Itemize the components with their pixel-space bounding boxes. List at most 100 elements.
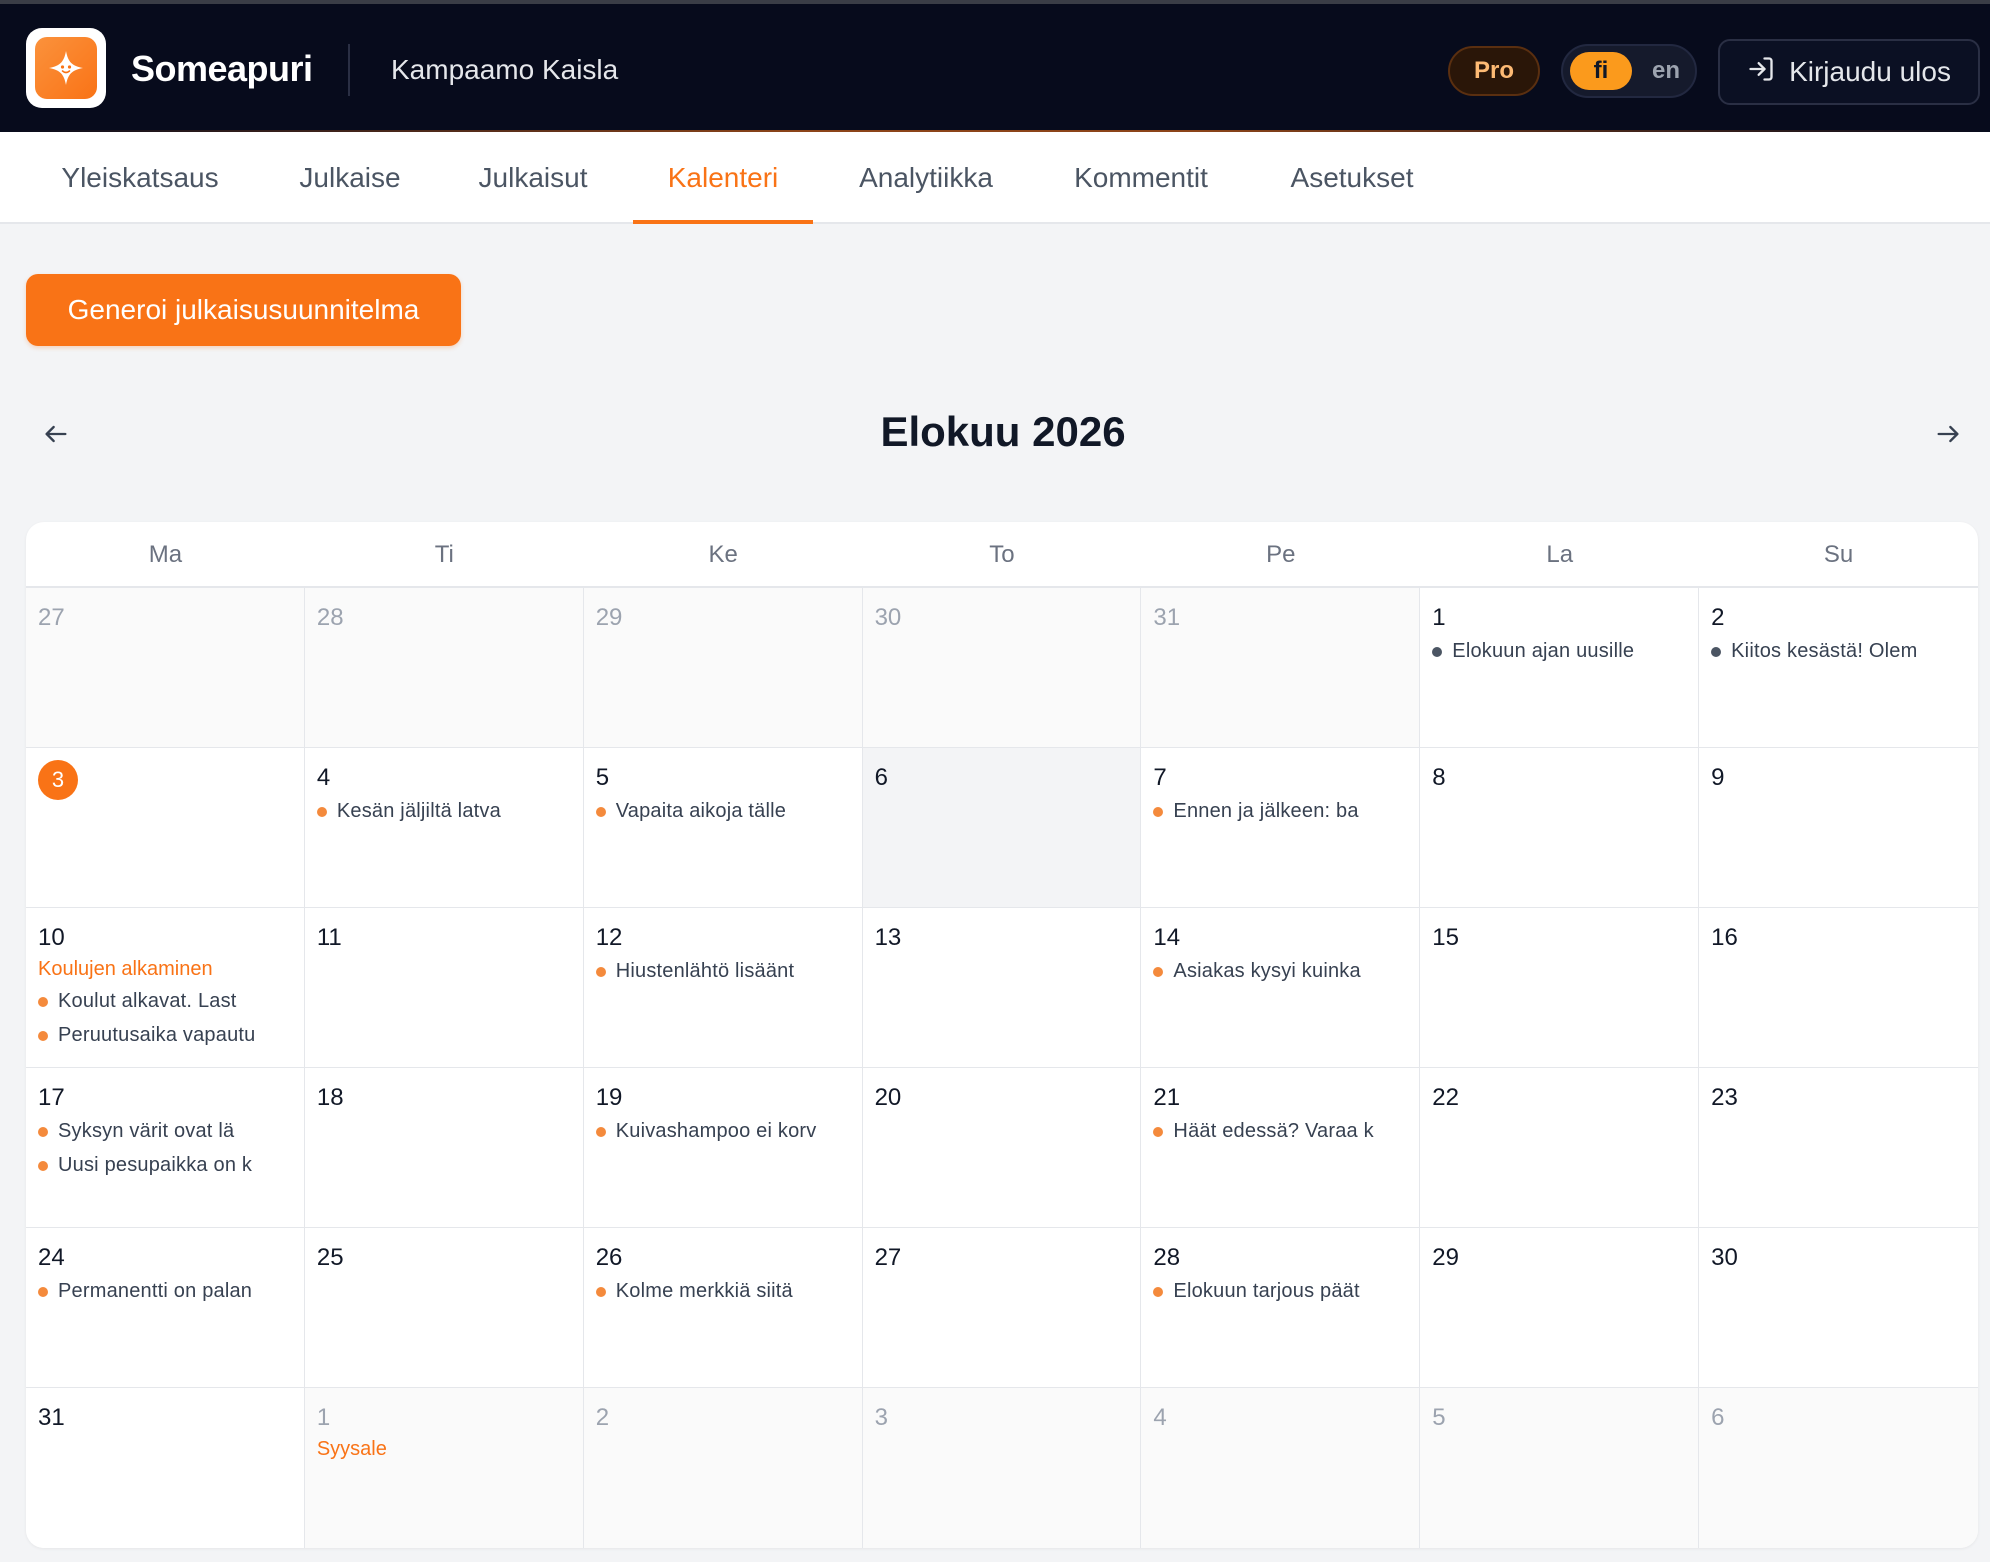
day-number: 19 — [595, 1084, 623, 1111]
calendar-event[interactable]: Peruutusaika vapautu — [38, 1024, 255, 1047]
calendar-day-cell[interactable]: 3 — [26, 748, 305, 908]
generate-plan-button[interactable]: Generoi julkaisusuunnitelma — [26, 274, 461, 346]
calendar-day-cell[interactable]: 8 — [1420, 748, 1700, 908]
tab-overview[interactable]: Yleiskatsaus — [40, 132, 240, 224]
calendar-day-cell[interactable]: 20 — [862, 1068, 1142, 1228]
day-number: 31 — [1153, 604, 1181, 631]
calendar-day-cell[interactable]: 29 — [583, 588, 863, 748]
event-title: Hiustenlähtö lisäänt — [615, 960, 795, 982]
scheduled-dot-icon — [38, 1030, 48, 1041]
language-en-button[interactable]: en — [1641, 52, 1691, 90]
calendar-day-cell[interactable]: 7 Ennen ja jälkeen: ba — [1141, 748, 1421, 908]
calendar-day-cell[interactable]: 5 Vapaita aikoja tälle — [583, 748, 863, 908]
day-number: 21 — [1153, 1084, 1181, 1111]
event-title: Häät edessä? Varaa k — [1173, 1120, 1374, 1142]
day-number: 7 — [1153, 764, 1167, 791]
calendar-event[interactable]: Häät edessä? Varaa k — [1153, 1120, 1374, 1143]
day-number: 26 — [595, 1244, 623, 1271]
calendar-day-cell[interactable]: 28 — [304, 588, 584, 748]
day-number: 30 — [1711, 1244, 1738, 1271]
calendar-day-cell[interactable]: 1 Elokuun ajan uusille — [1420, 588, 1700, 748]
calendar-day-cell[interactable]: 30 — [1699, 1228, 1978, 1388]
tab-settings[interactable]: Asetukset — [1270, 132, 1434, 224]
scheduled-dot-icon — [38, 996, 48, 1007]
day-number: 9 — [1711, 764, 1725, 791]
logout-button[interactable]: Kirjaudu ulos — [1718, 39, 1980, 105]
calendar-day-cell[interactable]: 27 — [862, 1228, 1142, 1388]
calendar-event[interactable]: Elokuun ajan uusille — [1432, 640, 1634, 663]
tab-posts[interactable]: Julkaisut — [458, 132, 608, 224]
tab-analytics[interactable]: Analytiikka — [840, 132, 1012, 224]
calendar-event[interactable]: Permanentti on palan — [38, 1280, 252, 1303]
calendar-day-cell[interactable]: 25 — [304, 1228, 584, 1388]
workspace-name: Kampaamo Kaisla — [391, 54, 619, 85]
day-number: 29 — [595, 604, 623, 631]
calendar-day-cell[interactable]: 26 Kolme merkkiä siitä — [583, 1228, 863, 1388]
calendar-day-cell[interactable]: 11 — [304, 908, 584, 1068]
calendar-day-cell[interactable]: 10 Koulujen alkaminen Koulut alkavat. Last… — [26, 908, 305, 1068]
calendar-day-cell[interactable]: 31 — [1141, 588, 1421, 748]
calendar-day-cell[interactable]: 27 — [26, 588, 305, 748]
calendar-event[interactable]: Kuivashampoo ei korv — [595, 1120, 817, 1143]
calendar-event[interactable]: Syksyn värit ovat lä — [38, 1120, 234, 1143]
event-title: Uusi pesupaikka on k — [58, 1154, 253, 1176]
calendar-day-cell[interactable]: 14 Asiakas kysyi kuinka — [1141, 908, 1421, 1068]
calendar-day-cell[interactable]: 31 — [26, 1388, 305, 1548]
calendar-event[interactable]: Kesän jäljiltä latva — [316, 800, 501, 823]
calendar-event[interactable]: Koulut alkavat. Last — [38, 990, 237, 1013]
today-badge: 3 — [38, 760, 78, 800]
scheduled-dot-icon — [1153, 1126, 1164, 1137]
brand-name: Someapuri — [131, 48, 313, 89]
tab-calendar[interactable]: Kalenteri — [633, 132, 813, 224]
calendar-event[interactable]: Uusi pesupaikka on k — [38, 1154, 252, 1177]
calendar-day-cell[interactable]: 30 — [862, 588, 1142, 748]
event-title: Peruutusaika vapautu — [58, 1024, 256, 1046]
calendar-event[interactable]: Ennen ja jälkeen: ba — [1153, 800, 1358, 823]
calendar-day-cell[interactable]: 22 — [1420, 1068, 1700, 1228]
calendar-event[interactable]: Kolme merkkiä siitä — [595, 1280, 793, 1303]
day-number: 5 — [1432, 1404, 1446, 1431]
calendar-event[interactable]: Kiitos kesästä! Olem — [1711, 640, 1917, 663]
calendar-day-cell[interactable]: 17 Syksyn värit ovat lä Uusi pesupaikka on… — [26, 1068, 305, 1228]
day-number: 28 — [1153, 1244, 1181, 1271]
calendar-day-cell[interactable]: 4 Kesän jäljiltä latva — [304, 748, 584, 908]
calendar-day-cell[interactable]: 19 Kuivashampoo ei korv — [583, 1068, 863, 1228]
tab-comments[interactable]: Kommentit — [1058, 132, 1224, 224]
calendar-day-cell[interactable]: 12 Hiustenlähtö lisäänt — [583, 908, 863, 1068]
calendar-day-cell[interactable]: 24 Permanentti on palan — [26, 1228, 305, 1388]
top-header: Someapuri Kampaamo Kaisla Pro fi en Kirj… — [0, 0, 1990, 132]
calendar-day-cell[interactable]: 18 — [304, 1068, 584, 1228]
calendar-event[interactable]: Elokuun tarjous päät — [1153, 1280, 1360, 1303]
day-number: 6 — [874, 764, 888, 791]
calendar-day-cell[interactable]: 9 — [1699, 748, 1978, 908]
scheduled-dot-icon — [1153, 806, 1164, 817]
calendar-day-cell[interactable]: 28 Elokuun tarjous päät — [1141, 1228, 1421, 1388]
logout-icon — [1747, 55, 1775, 90]
calendar-day-cell[interactable]: 15 — [1420, 908, 1700, 1068]
calendar-event[interactable]: Asiakas kysyi kuinka — [1153, 960, 1361, 983]
tab-publish[interactable]: Julkaise — [275, 132, 425, 224]
app-logo[interactable] — [26, 28, 106, 108]
calendar-day-cell[interactable]: 13 — [862, 908, 1142, 1068]
next-month-button[interactable] — [1926, 412, 1970, 456]
calendar-day-cell[interactable]: 16 — [1699, 908, 1978, 1068]
calendar-event[interactable]: Vapaita aikoja tälle — [595, 800, 786, 823]
calendar-day-cell[interactable]: 23 — [1699, 1068, 1978, 1228]
calendar-day-cell[interactable]: 2 Kiitos kesästä! Olem — [1699, 588, 1978, 748]
calendar-day-cell[interactable]: 1 Syysale — [304, 1388, 584, 1548]
arrow-right-icon — [1937, 425, 1959, 443]
calendar-days: 27 28 29 30 31 1 Elokuun ajan uusille 2 Kiitos k… — [26, 588, 1978, 1548]
calendar-day-cell[interactable]: 6 — [1699, 1388, 1978, 1548]
calendar-day-cell[interactable]: 3 — [862, 1388, 1142, 1548]
logout-label: Kirjaudu ulos — [1789, 56, 1951, 87]
calendar-day-cell[interactable]: 21 Häät edessä? Varaa k — [1141, 1068, 1421, 1228]
calendar-day-cell[interactable]: 2 — [583, 1388, 863, 1548]
calendar-day-cell[interactable]: 5 — [1420, 1388, 1700, 1548]
event-title: Kiitos kesästä! Olem — [1731, 640, 1918, 662]
calendar-day-cell[interactable]: 4 — [1141, 1388, 1421, 1548]
calendar-day-cell[interactable]: 29 — [1420, 1228, 1700, 1388]
language-fi-button[interactable]: fi — [1570, 52, 1632, 90]
calendar-event[interactable]: Hiustenlähtö lisäänt — [595, 960, 795, 983]
calendar-day-cell[interactable]: 6 — [862, 748, 1142, 908]
day-number: 15 — [1432, 924, 1459, 951]
